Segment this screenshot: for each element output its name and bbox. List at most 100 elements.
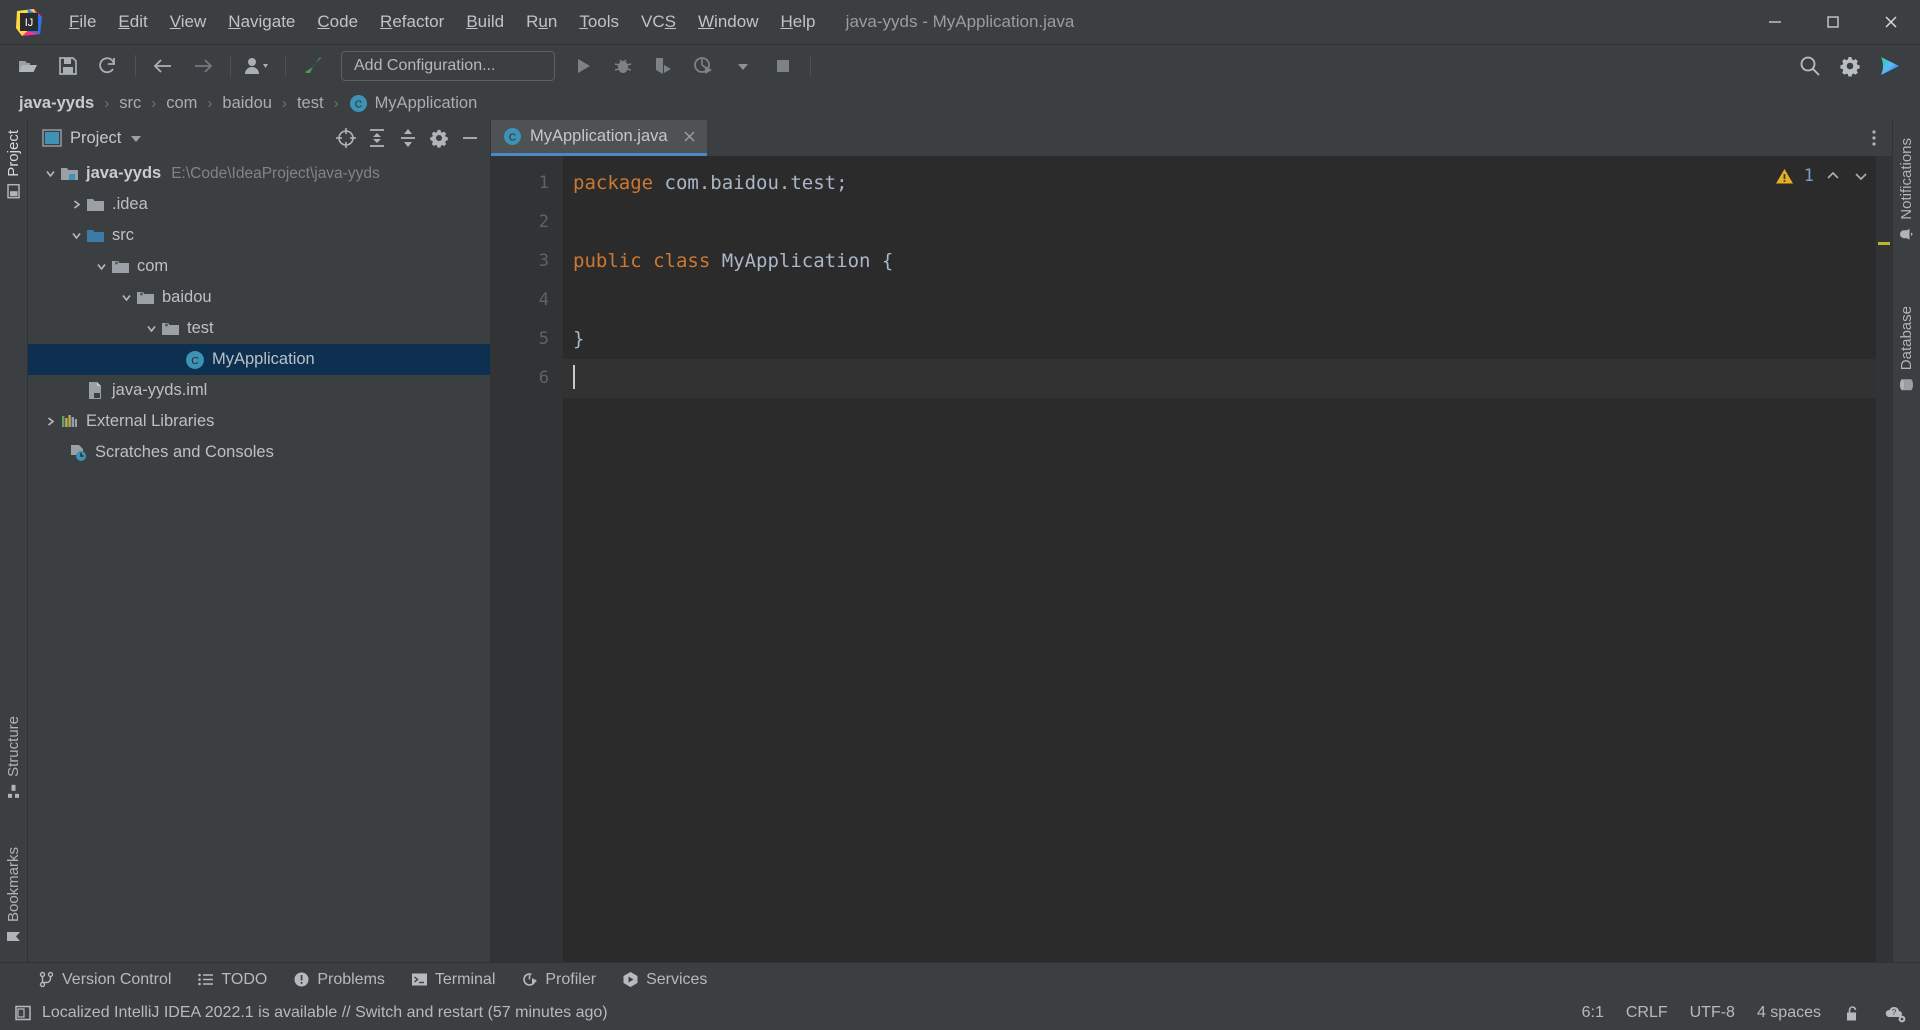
arrow-right-icon[interactable] — [186, 49, 220, 83]
chevron-down-icon[interactable] — [68, 227, 85, 244]
toolbar-separator — [285, 55, 286, 77]
caret-position[interactable]: 6:1 — [1582, 1004, 1604, 1022]
tree-label: .idea — [112, 195, 148, 214]
chevron-down-icon[interactable] — [118, 289, 135, 306]
toolwindow-problems[interactable]: Problems — [293, 971, 385, 989]
minimize-button[interactable] — [1746, 0, 1804, 44]
save-icon[interactable] — [51, 49, 85, 83]
tree-row-external-libraries[interactable]: External Libraries — [28, 406, 490, 437]
toolwindow-terminal[interactable]: Terminal — [411, 971, 495, 989]
chevron-right-icon[interactable] — [42, 413, 59, 430]
tree-row-java-yyds[interactable]: java-yyds E:\Code\IdeaProject\java-yyds — [28, 158, 490, 189]
run-configuration-selector[interactable]: Add Configuration... — [341, 51, 555, 81]
toolwindow-version-control[interactable]: Version Control — [38, 971, 171, 989]
editor-tab-options[interactable] — [1864, 120, 1884, 156]
menu-navigate[interactable]: Navigate — [217, 8, 306, 36]
chevron-up-icon[interactable] — [1824, 167, 1842, 185]
menu-code[interactable]: Code — [306, 8, 369, 36]
chevron-right-icon[interactable] — [68, 196, 85, 213]
hide-panel-icon[interactable] — [456, 124, 484, 152]
toolbox-updates-icon[interactable] — [1873, 49, 1907, 83]
arrow-left-icon[interactable] — [146, 49, 180, 83]
menu-tools[interactable]: Tools — [568, 8, 630, 36]
cloud-help-icon[interactable]: ? — [1884, 1003, 1906, 1023]
tree-label: src — [112, 226, 134, 245]
line-number: 1 — [491, 164, 563, 203]
inspection-widget[interactable]: 1 — [1775, 166, 1870, 186]
breadcrumb-item-test[interactable]: test — [292, 93, 329, 114]
menu-help[interactable]: Help — [769, 8, 826, 36]
breadcrumb-item-com[interactable]: com — [161, 93, 202, 114]
chevron-down-icon[interactable] — [42, 165, 59, 182]
tree-row-idea[interactable]: .idea — [28, 189, 490, 220]
warning-marker[interactable] — [1878, 242, 1890, 245]
breadcrumb-item-src[interactable]: src — [114, 93, 146, 114]
chevron-down-icon[interactable] — [93, 258, 110, 275]
sync-icon[interactable] — [91, 49, 125, 83]
editor-tab-myapplication[interactable]: C MyApplication.java — [491, 120, 707, 156]
tree-row-iml[interactable]: java-yyds.iml — [28, 375, 490, 406]
menu-view[interactable]: View — [159, 8, 218, 36]
sidebar-item-notifications[interactable]: Notifications — [1894, 128, 1919, 252]
gear-icon[interactable] — [425, 124, 453, 152]
status-message-area[interactable]: Localized IntelliJ IDEA 2022.1 is availa… — [14, 1004, 608, 1022]
run-with-coverage-icon[interactable] — [646, 49, 680, 83]
package-folder-icon — [160, 319, 180, 339]
menu-refactor[interactable]: Refactor — [369, 8, 455, 36]
tree-row-com[interactable]: com — [28, 251, 490, 282]
maximize-button[interactable] — [1804, 0, 1862, 44]
open-folder-icon[interactable] — [11, 49, 45, 83]
tree-row-test[interactable]: test — [28, 313, 490, 344]
unlocked-padlock-icon[interactable] — [1843, 1004, 1862, 1023]
sidebar-label-structure: Structure — [5, 716, 22, 777]
sidebar-item-project[interactable]: Project — [1, 120, 26, 209]
profiler-icon[interactable] — [686, 49, 720, 83]
chevron-down-icon[interactable] — [143, 320, 160, 337]
sidebar-item-bookmarks[interactable]: Bookmarks — [1, 837, 26, 954]
profiler-dropdown-icon[interactable] — [726, 49, 760, 83]
marker-stripe[interactable] — [1876, 156, 1892, 962]
breadcrumb-item-baidou[interactable]: baidou — [217, 93, 277, 114]
close-button[interactable] — [1862, 0, 1920, 44]
tree-row-baidou[interactable]: baidou — [28, 282, 490, 313]
tree-row-myapplication[interactable]: C MyApplication — [28, 344, 490, 375]
stop-square-icon[interactable] — [766, 49, 800, 83]
sidebar-item-database[interactable]: Database — [1894, 296, 1919, 402]
indent-setting[interactable]: 4 spaces — [1757, 1004, 1821, 1022]
user-profile-icon[interactable] — [241, 49, 275, 83]
tree-row-src[interactable]: src — [28, 220, 490, 251]
breadcrumb-item-project[interactable]: java-yyds — [14, 93, 99, 114]
search-icon[interactable] — [1793, 49, 1827, 83]
menu-file[interactable]: File — [58, 8, 107, 36]
menu-build[interactable]: Build — [455, 8, 515, 36]
code-token-keyword: public — [573, 250, 642, 272]
status-message[interactable]: Localized IntelliJ IDEA 2022.1 is availa… — [42, 1004, 608, 1022]
menu-vcs[interactable]: VCS — [630, 8, 687, 36]
code-text-area[interactable]: package com.baidou.test; public class My… — [563, 156, 1892, 962]
gear-icon[interactable] — [1833, 49, 1867, 83]
debug-bug-icon[interactable] — [606, 49, 640, 83]
file-encoding[interactable]: UTF-8 — [1690, 1004, 1735, 1022]
build-hammer-icon[interactable] — [296, 49, 330, 83]
toolwindow-profiler[interactable]: Profiler — [521, 971, 596, 989]
toolwindow-services[interactable]: Services — [622, 971, 707, 989]
menu-run[interactable]: Run — [515, 8, 568, 36]
menu-window[interactable]: Window — [687, 8, 769, 36]
project-tree[interactable]: java-yyds E:\Code\IdeaProject\java-yyds … — [28, 156, 490, 962]
svg-text:C: C — [509, 133, 516, 144]
sidebar-item-structure[interactable]: Structure — [1, 706, 26, 809]
line-separator[interactable]: CRLF — [1626, 1004, 1668, 1022]
breadcrumb-class-label: MyApplication — [375, 94, 478, 113]
code-token-keyword: class — [653, 250, 710, 272]
collapse-all-icon[interactable] — [394, 124, 422, 152]
chevron-down-icon[interactable] — [1852, 167, 1870, 185]
toolwindow-todo[interactable]: TODO — [197, 971, 267, 989]
expand-all-icon[interactable] — [363, 124, 391, 152]
chevron-down-icon[interactable] — [129, 131, 143, 145]
breadcrumb-item-class[interactable]: C MyApplication — [344, 93, 483, 114]
menu-edit[interactable]: Edit — [107, 8, 158, 36]
close-icon[interactable] — [682, 129, 697, 144]
locate-target-icon[interactable] — [332, 124, 360, 152]
tree-row-scratches[interactable]: Scratches and Consoles — [28, 437, 490, 468]
run-play-icon[interactable] — [566, 49, 600, 83]
